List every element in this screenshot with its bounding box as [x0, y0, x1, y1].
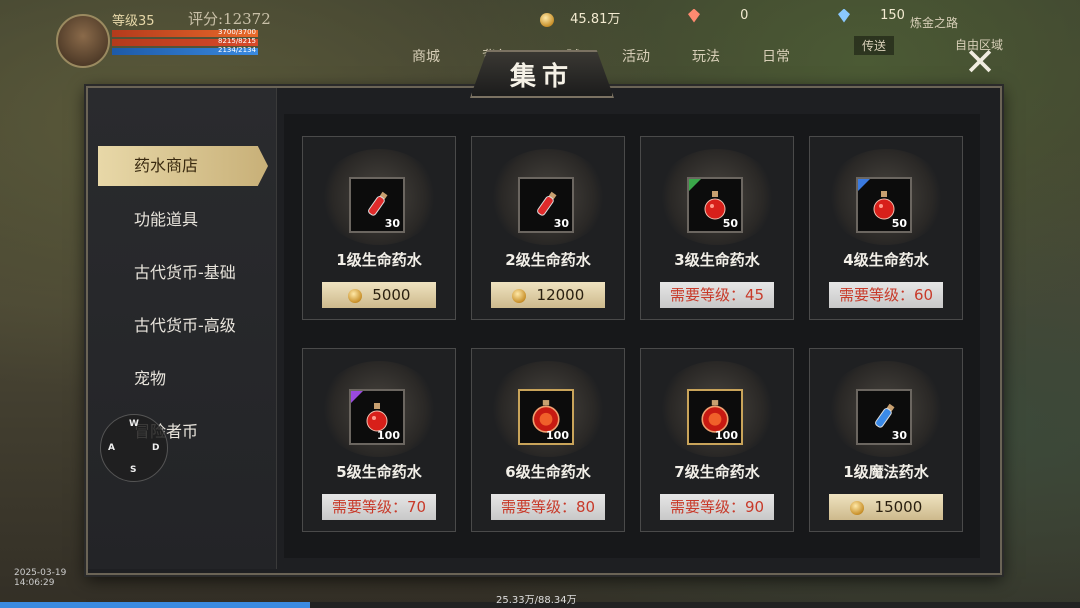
item-price: 5000	[372, 286, 411, 304]
item-quantity: 30	[384, 217, 400, 230]
panel-title: 集市	[509, 61, 574, 92]
joystick-a: A	[108, 443, 115, 453]
panel-title-plate: 集市	[470, 50, 614, 98]
menu-shop[interactable]: 商城	[405, 30, 447, 66]
item-price: 12000	[536, 286, 585, 304]
item-name: 2级生命药水	[505, 251, 591, 269]
exp-fill	[0, 602, 310, 608]
exp-text: 25.33万/88.34万	[496, 595, 577, 606]
joystick-w: W	[129, 419, 139, 429]
quality-corner	[351, 391, 363, 403]
item-price: 需要等级：80	[500, 498, 596, 516]
shield-bar: 3700/3700	[112, 28, 258, 37]
tab-potion-shop[interactable]: 药水商店	[98, 146, 268, 186]
item-price: 需要等级：70	[331, 498, 427, 516]
market-sidebar: 药水商店 功能道具 古代货币-基础 古代货币-高级 宠物 冒险者币	[88, 88, 277, 569]
clock: 2025-03-19 14:06:29	[14, 568, 67, 588]
item-slot[interactable]: 30	[349, 177, 405, 233]
item-quantity: 50	[891, 217, 907, 230]
shop-item-card[interactable]: 30 2级生命药水 12000	[471, 136, 625, 320]
player-score: 评分:12372	[188, 10, 271, 28]
quality-corner	[689, 179, 701, 191]
shop-item-card[interactable]: 50 3级生命药水 需要等级：45	[640, 136, 794, 320]
item-quantity: 30	[891, 429, 907, 442]
menu-activity[interactable]: 活动	[615, 30, 657, 66]
gold-coin-icon	[849, 500, 864, 515]
crystal-currency: 150	[838, 8, 905, 23]
item-name: 1级生命药水	[336, 251, 422, 269]
gem-currency: 0	[688, 8, 748, 23]
item-price: 15000	[874, 498, 923, 516]
item-quantity: 100	[715, 429, 738, 442]
item-slot[interactable]: 100	[687, 389, 743, 445]
level-requirement: 需要等级：90	[660, 494, 774, 520]
red-crystal-icon	[688, 8, 700, 23]
menu-gameplay[interactable]: 玩法	[685, 30, 727, 66]
tab-ancient-advanced[interactable]: 古代货币-高级	[98, 306, 268, 346]
item-slot[interactable]: 100	[518, 389, 574, 445]
item-price: 需要等级：45	[669, 286, 765, 304]
quest-road-label: 炼金之路	[910, 16, 959, 30]
item-name: 4级生命药水	[843, 251, 929, 269]
movement-joystick[interactable]: W A D S	[100, 414, 168, 482]
item-price: 需要等级：90	[669, 498, 765, 516]
mp-bar: 2134/2134	[112, 46, 258, 55]
item-slot[interactable]: 30	[518, 177, 574, 233]
teleport-button[interactable]: 传送	[854, 36, 895, 55]
item-price: 需要等级：60	[838, 286, 934, 304]
shop-item-card[interactable]: 100 6级生命药水 需要等级：80	[471, 348, 625, 532]
item-name: 3级生命药水	[674, 251, 760, 269]
tab-function-items[interactable]: 功能道具	[98, 200, 268, 240]
menu-daily[interactable]: 日常	[755, 30, 797, 66]
gold-coin-icon	[540, 12, 554, 27]
joystick-d: D	[152, 443, 160, 453]
joystick-s: S	[130, 465, 137, 475]
item-name: 7级生命药水	[674, 463, 760, 481]
blue-crystal-icon	[838, 8, 850, 23]
tab-ancient-basic[interactable]: 古代货币-基础	[98, 253, 268, 293]
item-slot[interactable]: 50	[856, 177, 912, 233]
buy-button[interactable]: 12000	[491, 282, 605, 308]
shop-item-card[interactable]: 30 1级魔法药水 15000	[809, 348, 963, 532]
shop-item-card[interactable]: 50 4级生命药水 需要等级：60	[809, 136, 963, 320]
tab-pets[interactable]: 宠物	[98, 359, 268, 399]
player-avatar[interactable]	[56, 14, 110, 68]
level-requirement: 需要等级：60	[829, 282, 943, 308]
hp-bar: 8215/8215	[112, 37, 258, 46]
shop-item-card[interactable]: 100 7级生命药水 需要等级：90	[640, 348, 794, 532]
item-quantity: 100	[377, 429, 400, 442]
item-name: 6级生命药水	[505, 463, 591, 481]
buy-button[interactable]: 15000	[829, 494, 943, 520]
close-icon[interactable]: ✕	[962, 43, 998, 81]
level-requirement: 需要等级：70	[322, 494, 436, 520]
top-menu: 商城 背包 天赋 活动 玩法 日常	[405, 30, 797, 66]
quality-corner	[858, 179, 870, 191]
shop-item-card[interactable]: 100 5级生命药水 需要等级：70	[302, 348, 456, 532]
player-level: 等级35	[112, 14, 155, 29]
gold-currency: 45.81万	[540, 8, 620, 27]
buy-button[interactable]: 5000	[322, 282, 436, 308]
gold-coin-icon	[511, 288, 526, 303]
item-slot[interactable]: 50	[687, 177, 743, 233]
shop-item-card[interactable]: 30 1级生命药水 5000	[302, 136, 456, 320]
level-requirement: 需要等级：45	[660, 282, 774, 308]
item-slot[interactable]: 100	[349, 389, 405, 445]
player-bars: 3700/3700 8215/8215 2134/2134	[112, 28, 258, 57]
item-quantity: 30	[553, 217, 569, 230]
gold-coin-icon	[347, 288, 362, 303]
item-slot[interactable]: 30	[856, 389, 912, 445]
item-name: 5级生命药水	[336, 463, 422, 481]
item-quantity: 100	[546, 429, 569, 442]
item-grid: 30 1级生命药水 5000 30 2级生命药水 12000 50 3级生命药水…	[284, 114, 980, 558]
item-name: 1级魔法药水	[843, 463, 929, 481]
level-requirement: 需要等级：80	[491, 494, 605, 520]
item-quantity: 50	[722, 217, 738, 230]
